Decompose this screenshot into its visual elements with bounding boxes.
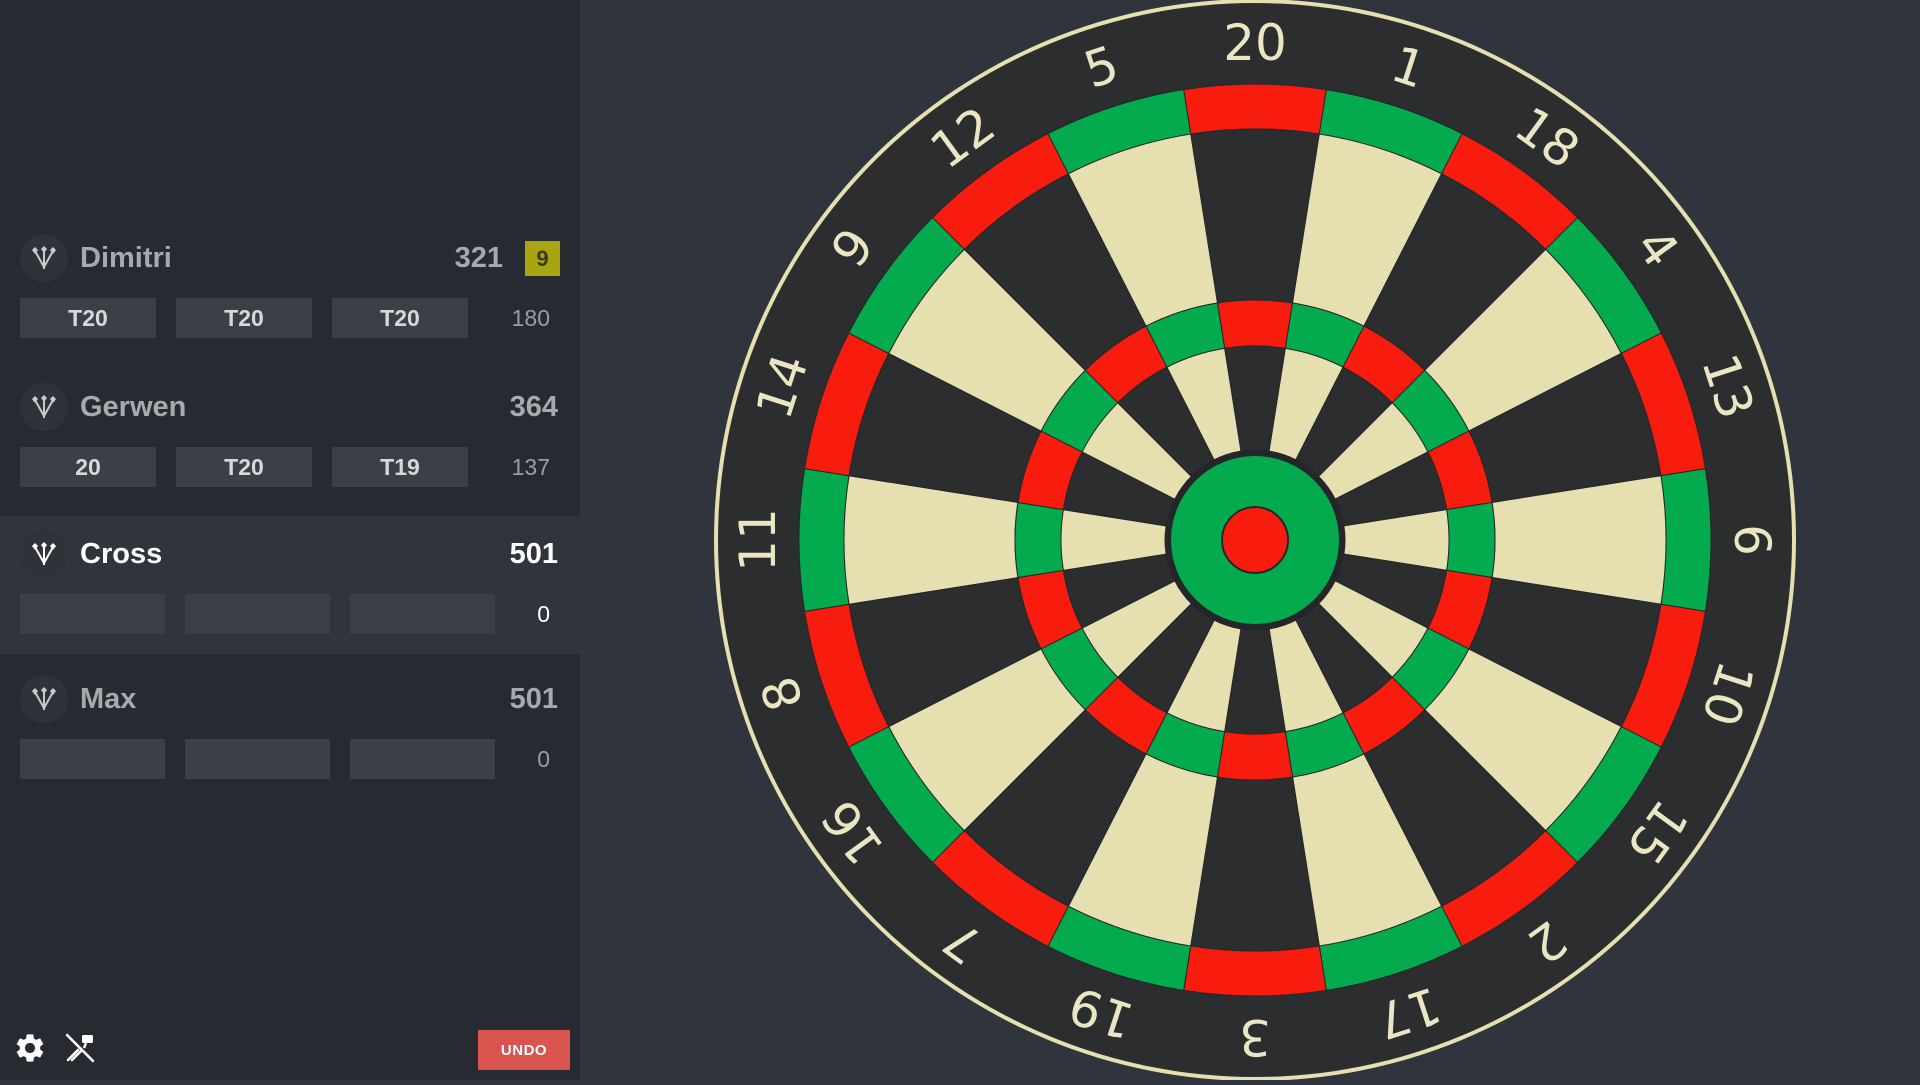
double-20[interactable] xyxy=(1183,83,1327,135)
undo-button[interactable]: UNDO xyxy=(478,1030,570,1070)
player-name: Cross xyxy=(80,538,163,570)
double-6[interactable] xyxy=(1660,468,1712,612)
dartboard: 20 1 18 4 13 6 10 15 2 17 3 19 7 16 8 11 14 9 12 5 xyxy=(710,0,1800,1081)
throw-slot[interactable] xyxy=(20,739,165,779)
throw-slot[interactable]: 20 xyxy=(20,447,156,487)
bullseye[interactable] xyxy=(1221,506,1289,574)
round-total: 0 xyxy=(537,746,550,772)
throw-slot[interactable]: T20 xyxy=(20,298,156,338)
darts-icon xyxy=(20,234,68,282)
player-row-cross[interactable]: Cross 501 0 xyxy=(0,516,580,654)
status-badge: 9 xyxy=(525,241,560,276)
round-total: 180 xyxy=(511,305,550,331)
player-row-gerwen[interactable]: Gerwen 364 20 T20 T19 137 xyxy=(0,383,580,529)
board-number: 3 xyxy=(1239,1008,1271,1066)
player-row-max[interactable]: Max 501 0 xyxy=(0,675,580,821)
triple-6[interactable] xyxy=(1446,501,1496,579)
throw-slot[interactable] xyxy=(20,594,165,634)
throw-slot[interactable] xyxy=(350,739,495,779)
gear-icon[interactable] xyxy=(12,1030,48,1066)
player-name: Dimitri xyxy=(80,242,172,274)
dartboard-svg: 20 11841361015217319716811149125 xyxy=(714,0,1796,1081)
triple-20[interactable] xyxy=(1216,299,1294,349)
triple-11[interactable] xyxy=(1014,501,1064,579)
throw-slot[interactable] xyxy=(350,594,495,634)
bottom-toolbar: UNDO xyxy=(0,1030,580,1080)
triple-3[interactable] xyxy=(1216,731,1294,781)
player-row-dimitri[interactable]: Dimitri 321 9 T20 T20 T20 180 xyxy=(0,234,580,380)
board-number: 11 xyxy=(729,508,787,572)
player-score: 501 xyxy=(509,538,558,570)
player-score: 364 xyxy=(509,391,558,423)
throw-slot[interactable] xyxy=(185,594,330,634)
board-number: 6 xyxy=(1723,524,1781,556)
throw-slot[interactable]: T19 xyxy=(332,447,468,487)
round-total: 137 xyxy=(511,454,550,480)
darts-icon xyxy=(20,530,68,578)
player-name: Max xyxy=(80,683,137,715)
throw-slot[interactable] xyxy=(185,739,330,779)
double-3[interactable] xyxy=(1183,945,1327,997)
throw-slot[interactable]: T20 xyxy=(176,298,312,338)
player-score: 321 xyxy=(454,242,503,274)
throw-slot[interactable]: T20 xyxy=(176,447,312,487)
darts-icon xyxy=(20,675,68,723)
double-11[interactable] xyxy=(798,468,850,612)
darts-icon xyxy=(20,383,68,431)
round-total: 0 xyxy=(537,601,550,627)
board-number: 20 xyxy=(1223,14,1287,72)
player-score: 501 xyxy=(509,683,558,715)
darts-off-icon[interactable] xyxy=(62,1030,98,1066)
player-name: Gerwen xyxy=(80,391,187,423)
throw-slot[interactable]: T20 xyxy=(332,298,468,338)
player-sidebar: Dimitri 321 9 T20 T20 T20 180 Gerwen 364… xyxy=(0,0,580,1080)
